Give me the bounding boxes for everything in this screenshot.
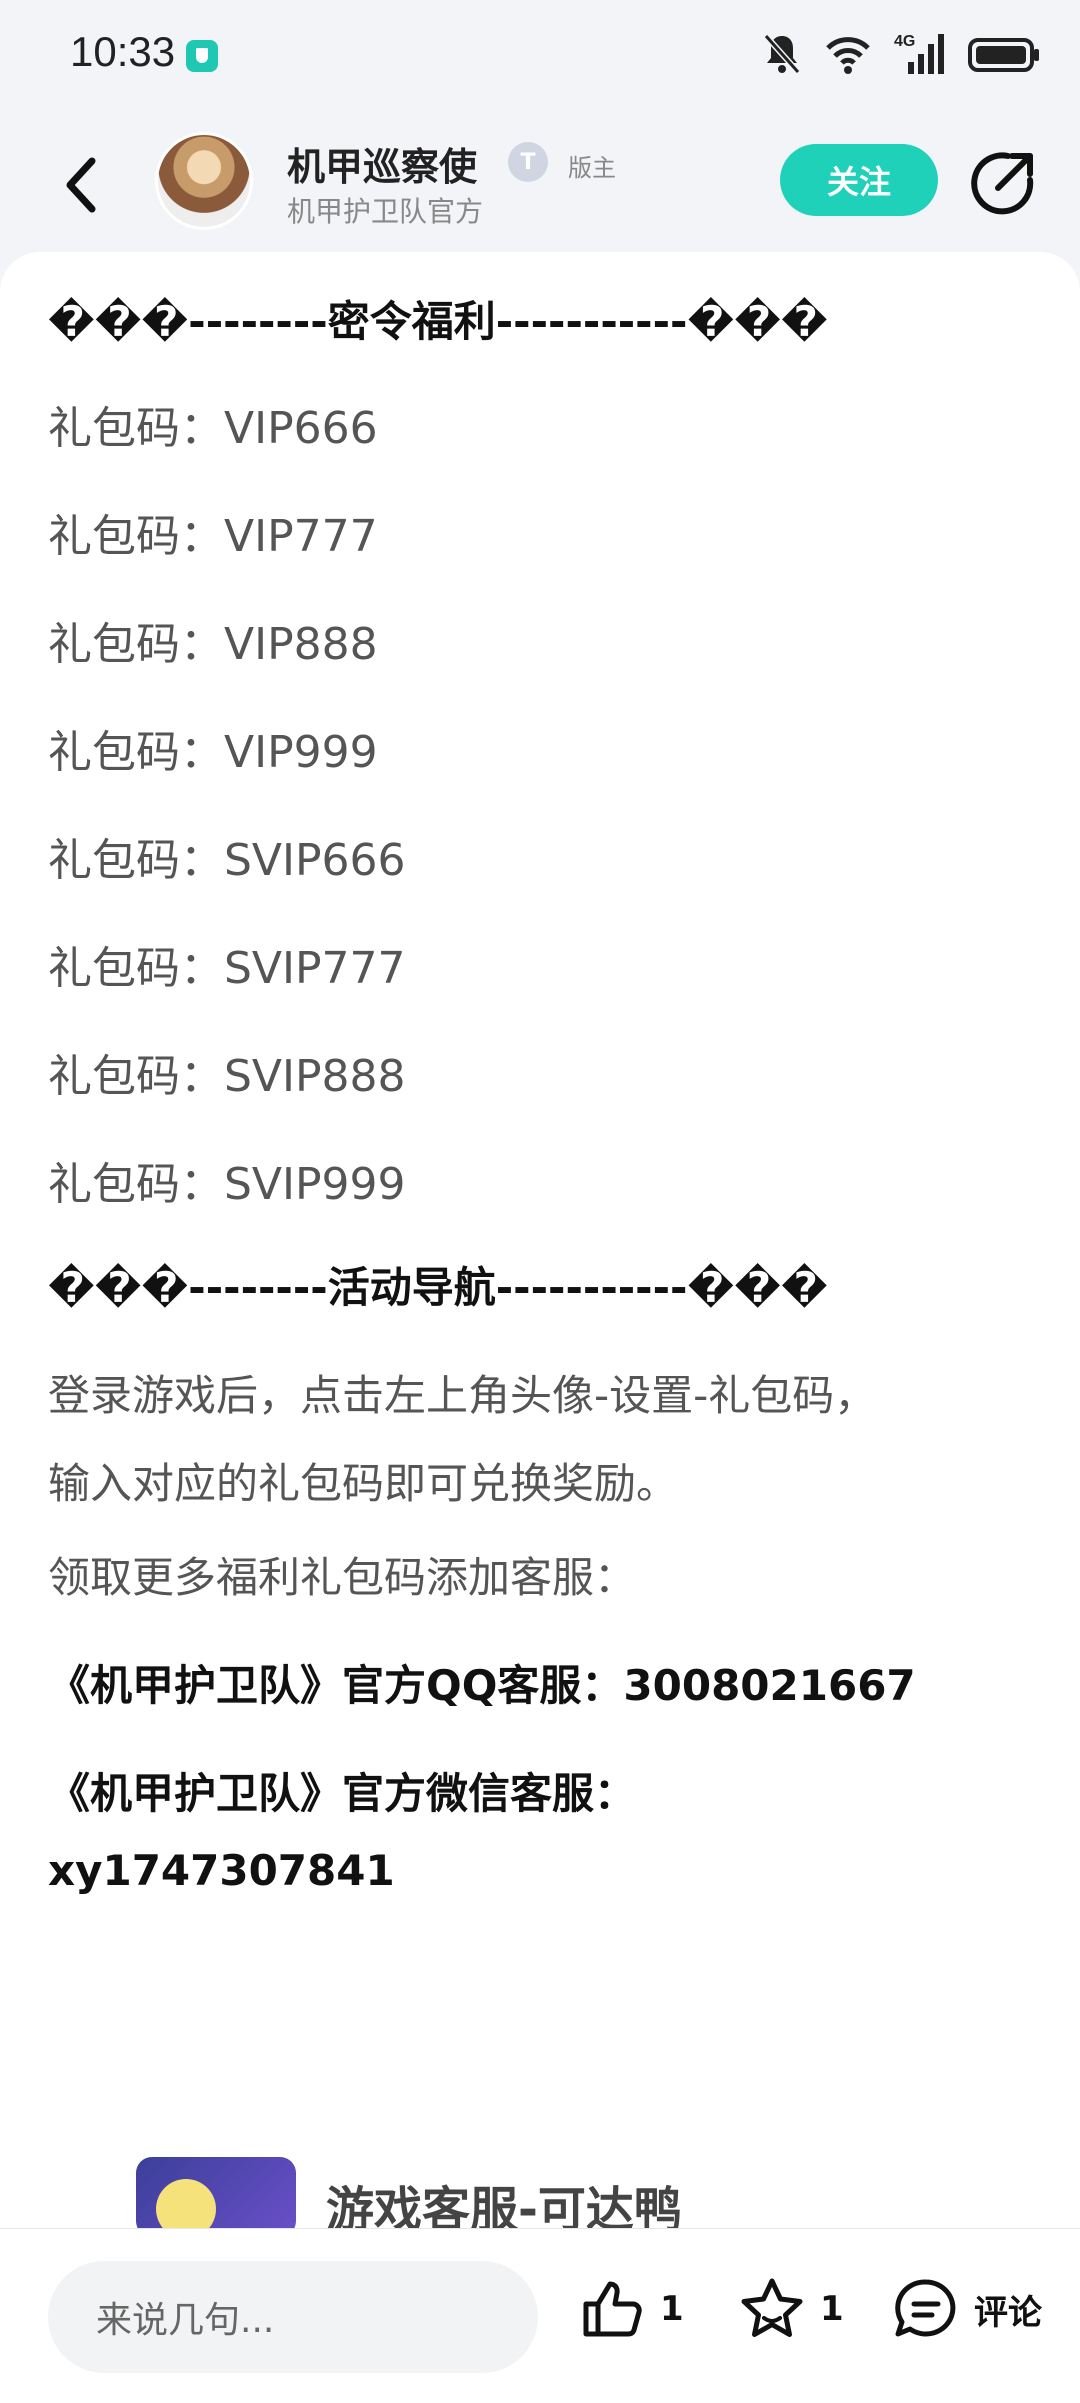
follow-button[interactable]: 关注 [780, 144, 938, 216]
gift-code-line: 礼包码：VIP888 [48, 619, 378, 670]
gift-code-line: 礼包码：SVIP777 [48, 943, 406, 994]
more-codes-line: 领取更多福利礼包码添加客服： [48, 1553, 637, 1602]
thumbs-up-icon [583, 2281, 642, 2337]
favorite-count: 1 [820, 2289, 844, 2329]
like-button[interactable]: 1 [580, 2269, 684, 2349]
role-tag: 版主 [568, 154, 616, 182]
level-badge-icon: T [508, 142, 548, 182]
bell-muted-icon [763, 34, 801, 74]
instructions-line-2: 输入对应的礼包码即可兑换奖励。 [48, 1459, 679, 1508]
network-label: 4G [894, 33, 915, 50]
bottom-action-bar: 来说几句... 1 1 评论 [0, 2228, 1080, 2403]
comment-bubble-icon [895, 2279, 956, 2337]
share-button[interactable] [968, 148, 1038, 218]
status-icons: 4G [762, 30, 1040, 78]
status-time: 10:33 [70, 28, 176, 75]
vpn-shield-icon [186, 40, 218, 72]
4g-signal-icon: 4G [894, 33, 944, 74]
post-header: 机甲巡察使 T 版主 机甲护卫队官方 关注 [0, 120, 1080, 250]
comment-label: 评论 [974, 2292, 1042, 2333]
favorite-button[interactable]: 1 [738, 2269, 844, 2349]
section-heading-welfare: ���--------密令福利-----------��� [48, 297, 828, 346]
status-bar: 10:33 4G [0, 0, 1080, 110]
battery-icon [968, 38, 1039, 72]
share-icon [971, 152, 1034, 215]
wechat-id: xy1747307841 [48, 1846, 395, 1895]
gift-code-line: 礼包码：SVIP666 [48, 835, 406, 886]
gift-code-line: 礼包码：VIP666 [48, 403, 378, 454]
gift-code-line: 礼包码：SVIP888 [48, 1051, 406, 1102]
avatar[interactable] [155, 132, 253, 230]
like-count: 1 [660, 2289, 684, 2329]
gift-code-line: 礼包码：SVIP999 [48, 1159, 406, 1210]
comment-button[interactable]: 评论 [892, 2269, 1042, 2349]
chevron-left-icon [66, 157, 96, 213]
wechat-service-line: 《机甲护卫队》官方微信客服： [48, 1769, 637, 1818]
back-button[interactable] [50, 150, 110, 220]
comment-input[interactable]: 来说几句... [48, 2261, 538, 2373]
author-name[interactable]: 机甲巡察使 [287, 136, 477, 191]
author-subtitle: 机甲护卫队官方 [287, 195, 484, 228]
instructions-line-1: 登录游戏后，点击左上角头像-设置-礼包码， [48, 1371, 877, 1420]
section-heading-nav: ���--------活动导航-----------��� [48, 1263, 828, 1312]
wifi-icon [826, 37, 870, 74]
qq-service-line: 《机甲护卫队》官方QQ客服：3008021667 [48, 1661, 916, 1710]
service-card-title[interactable]: 游戏客服-可达鸭 [326, 2170, 682, 2232]
gift-code-line: 礼包码：VIP777 [48, 511, 378, 562]
gift-code-line: 礼包码：VIP999 [48, 727, 378, 778]
star-icon [741, 2278, 803, 2337]
post-content: ���--------密令福利-----------��� 礼包码：VIP666… [0, 252, 1080, 2232]
service-card-thumbnail[interactable] [136, 2157, 296, 2232]
